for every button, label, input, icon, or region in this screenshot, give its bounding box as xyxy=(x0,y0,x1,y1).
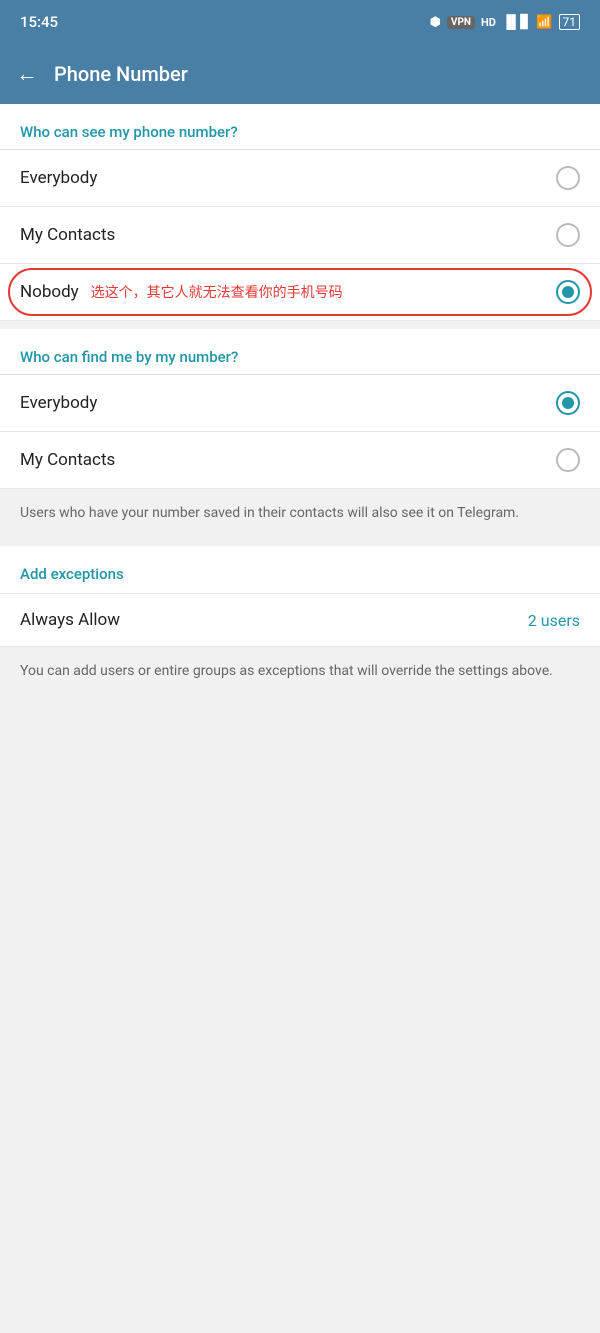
exceptions-section: Add exceptions Always Allow 2 users xyxy=(0,538,600,647)
who-can-find-header-text: Who can find me by my number? xyxy=(20,348,238,366)
who-can-see-options: Everybody My Contacts Nobody 选这个，其它人就无法查… xyxy=(0,149,600,321)
see-nobody-option-wrapper: Nobody 选这个，其它人就无法查看你的手机号码 xyxy=(0,264,600,321)
always-allow-label: Always Allow xyxy=(20,610,120,630)
find-everybody-radio[interactable] xyxy=(556,391,580,415)
status-icons: ⬢ VPN HD ▐▌▊ 📶 71 xyxy=(430,14,580,30)
always-allow-count: 2 users xyxy=(528,611,580,630)
top-bar: ← Phone Number xyxy=(0,44,600,104)
see-everybody-radio[interactable] xyxy=(556,166,580,190)
who-can-see-header-text: Who can see my phone number? xyxy=(20,123,238,141)
see-nobody-label: Nobody xyxy=(20,282,79,302)
add-exceptions-label: Add exceptions xyxy=(20,565,124,583)
back-button[interactable]: ← xyxy=(16,61,38,87)
always-allow-row[interactable]: Always Allow 2 users xyxy=(0,593,600,647)
bluetooth-icon: ⬢ xyxy=(430,15,441,30)
find-info-text: Users who have your number saved in thei… xyxy=(20,505,519,521)
see-nobody-radio[interactable] xyxy=(556,280,580,304)
status-time: 15:45 xyxy=(20,13,58,31)
see-my-contacts-radio[interactable] xyxy=(556,223,580,247)
status-bar: 15:45 ⬢ VPN HD ▐▌▊ 📶 71 xyxy=(0,0,600,44)
find-info-box: Users who have your number saved in thei… xyxy=(0,489,600,538)
hd-icon: HD xyxy=(481,16,496,29)
battery-icon: 71 xyxy=(559,14,581,30)
vpn-badge: VPN xyxy=(447,16,475,29)
page-title: Phone Number xyxy=(54,62,188,86)
see-my-contacts-label: My Contacts xyxy=(20,225,115,245)
find-everybody-option[interactable]: Everybody xyxy=(0,375,600,432)
see-my-contacts-option[interactable]: My Contacts xyxy=(0,207,600,264)
see-everybody-label: Everybody xyxy=(20,168,97,188)
nobody-annotation-text: 选这个，其它人就无法查看你的手机号码 xyxy=(91,285,343,301)
who-can-find-options: Everybody My Contacts xyxy=(0,374,600,489)
who-can-find-section-header: Who can find me by my number? xyxy=(0,329,600,374)
see-nobody-option[interactable]: Nobody 选这个，其它人就无法查看你的手机号码 xyxy=(0,264,600,320)
find-my-contacts-label: My Contacts xyxy=(20,450,115,470)
find-my-contacts-radio[interactable] xyxy=(556,448,580,472)
signal-icon: ▐▌▊ xyxy=(502,14,530,30)
see-nobody-label-group: Nobody 选这个，其它人就无法查看你的手机号码 xyxy=(20,282,343,302)
find-my-contacts-option[interactable]: My Contacts xyxy=(0,432,600,489)
exceptions-info-box: You can add users or entire groups as ex… xyxy=(0,647,600,696)
wifi-icon: 📶 xyxy=(536,15,552,30)
who-can-see-section-header: Who can see my phone number? xyxy=(0,104,600,149)
back-icon: ← xyxy=(16,61,38,87)
bottom-spacer xyxy=(0,696,600,996)
section-separator-1 xyxy=(0,321,600,329)
find-everybody-label: Everybody xyxy=(20,393,97,413)
exceptions-info-text: You can add users or entire groups as ex… xyxy=(20,663,553,679)
exceptions-header: Add exceptions xyxy=(0,538,600,593)
see-everybody-option[interactable]: Everybody xyxy=(0,150,600,207)
